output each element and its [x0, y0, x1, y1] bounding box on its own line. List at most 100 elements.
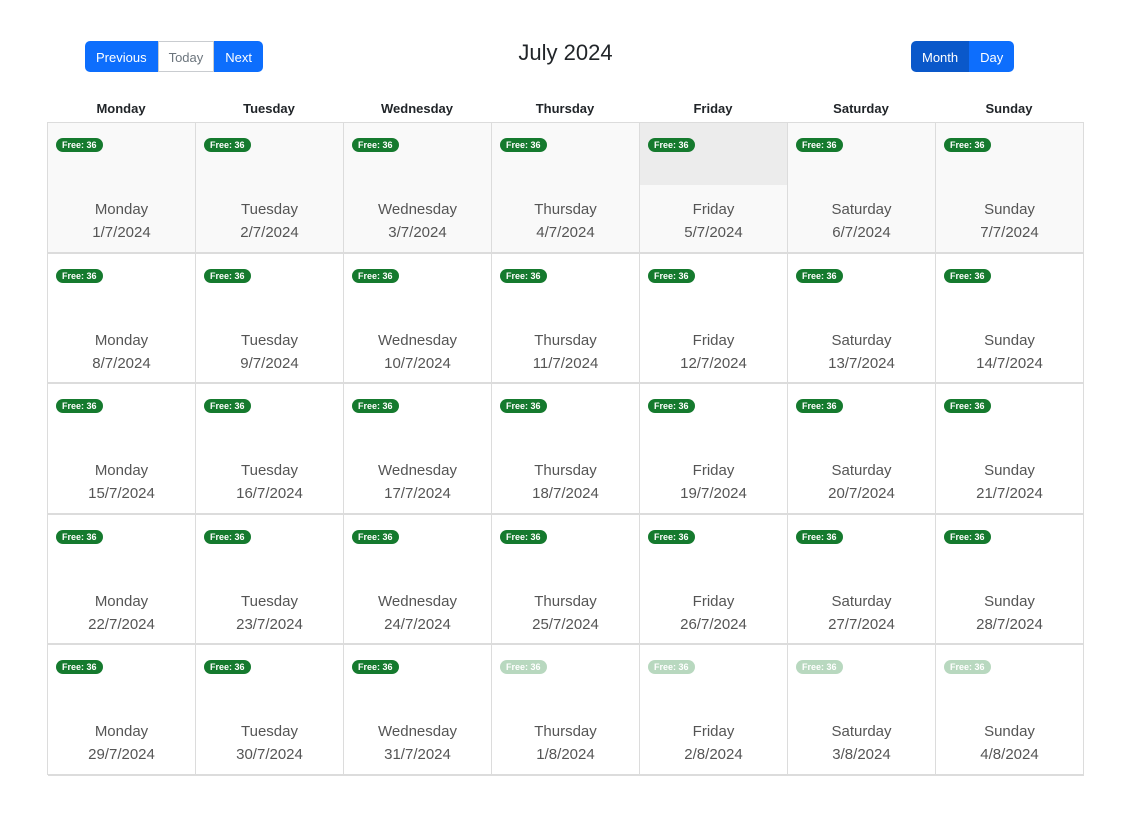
- day-name: Thursday: [534, 201, 597, 218]
- day-cell[interactable]: Free: 36 Monday 8/7/2024: [48, 253, 196, 385]
- day-cell[interactable]: Free: 36 Saturday 20/7/2024: [788, 384, 936, 515]
- day-name: Sunday: [984, 723, 1035, 741]
- free-slots-badge: Free: 36: [796, 529, 843, 544]
- day-cell[interactable]: Free: 36 Saturday 6/7/2024: [788, 123, 936, 254]
- day-name: Sunday: [984, 331, 1035, 349]
- free-slots-badge: Free: 36: [944, 399, 991, 414]
- day-cell[interactable]: Free: 36 Wednesday 17/7/2024: [344, 384, 492, 515]
- day-date: 2/7/2024: [240, 224, 299, 241]
- free-slots-badge: Free: 36: [500, 660, 547, 675]
- day-cell[interactable]: Free: 36 Monday 29/7/2024: [48, 645, 196, 776]
- day-cell[interactable]: Free: 36 Sunday 7/7/2024: [936, 123, 1084, 254]
- weekday-header: Monday: [96, 101, 146, 116]
- day-name: Saturday: [831, 331, 892, 349]
- day-name: Wednesday: [378, 723, 457, 741]
- day-date: 30/7/2024: [236, 746, 303, 764]
- day-date: 10/7/2024: [384, 354, 451, 372]
- day-cell[interactable]: Free: 36 Wednesday 31/7/2024: [344, 645, 492, 776]
- day-name: Tuesday: [241, 331, 298, 349]
- day-cell[interactable]: Free: 36 Friday 2/8/2024: [640, 645, 788, 776]
- day-cell[interactable]: Free: 36 Sunday 28/7/2024: [936, 514, 1084, 646]
- day-name: Wednesday: [378, 462, 457, 480]
- day-date: 26/7/2024: [680, 615, 747, 633]
- free-slots-badge: Free: 36: [204, 268, 251, 283]
- day-name: Sunday: [984, 462, 1035, 480]
- day-date: 21/7/2024: [976, 485, 1043, 503]
- day-date: 18/7/2024: [532, 485, 599, 503]
- day-cell[interactable]: Free: 36 Friday 5/7/2024: [640, 123, 788, 254]
- free-slots-badge: Free: 36: [796, 138, 843, 152]
- day-cell[interactable]: Free: 36 Monday 22/7/2024: [48, 514, 196, 646]
- day-name: Thursday: [534, 592, 597, 610]
- day-name: Thursday: [534, 462, 597, 480]
- day-view-button[interactable]: Day: [969, 41, 1015, 72]
- day-name: Monday: [94, 331, 149, 349]
- day-cell[interactable]: Free: 36 Sunday 14/7/2024: [936, 253, 1084, 385]
- day-name: Monday: [94, 592, 149, 610]
- day-cell[interactable]: Free: 36 Friday 19/7/2024: [640, 384, 788, 515]
- free-slots-badge: Free: 36: [500, 138, 547, 152]
- day-cell[interactable]: Free: 36 Saturday 27/7/2024: [788, 514, 936, 646]
- day-name: Saturday: [831, 462, 892, 480]
- day-date: 1/8/2024: [536, 746, 595, 764]
- day-cell[interactable]: Free: 36 Sunday 21/7/2024: [936, 384, 1084, 515]
- today-highlight: [640, 123, 787, 185]
- view-button-group: Month Day: [911, 41, 1015, 72]
- free-slots-badge: Free: 36: [204, 138, 251, 152]
- day-name: Saturday: [831, 201, 892, 218]
- day-name: Wednesday: [378, 331, 457, 349]
- free-slots-badge: Free: 36: [204, 529, 251, 544]
- day-date: 9/7/2024: [240, 354, 299, 372]
- day-cell[interactable]: Free: 36 Monday 1/7/2024: [48, 123, 196, 254]
- day-name: Wednesday: [378, 201, 457, 218]
- day-cell[interactable]: Free: 36 Tuesday 23/7/2024: [196, 514, 344, 646]
- day-date: 28/7/2024: [976, 615, 1043, 633]
- day-date: 16/7/2024: [236, 485, 303, 503]
- day-date: 29/7/2024: [88, 746, 155, 764]
- free-slots-badge: Free: 36: [56, 138, 103, 152]
- day-date: 7/7/2024: [980, 224, 1039, 241]
- free-slots-badge: Free: 36: [352, 268, 399, 283]
- day-date: 25/7/2024: [532, 615, 599, 633]
- day-cell[interactable]: Free: 36 Friday 26/7/2024: [640, 514, 788, 646]
- day-cell[interactable]: Free: 36 Wednesday 10/7/2024: [344, 253, 492, 385]
- day-cell[interactable]: Free: 36 Tuesday 30/7/2024: [196, 645, 344, 776]
- day-cell[interactable]: Free: 36 Sunday 4/8/2024: [936, 645, 1084, 776]
- day-date: 20/7/2024: [828, 485, 895, 503]
- day-cell[interactable]: Free: 36 Wednesday 24/7/2024: [344, 514, 492, 646]
- day-cell[interactable]: Free: 36 Saturday 13/7/2024: [788, 253, 936, 385]
- month-view-button[interactable]: Month: [911, 41, 970, 72]
- free-slots-badge: Free: 36: [648, 529, 695, 544]
- day-name: Friday: [692, 462, 735, 480]
- day-date: 12/7/2024: [680, 354, 747, 372]
- day-cell[interactable]: Free: 36 Saturday 3/8/2024: [788, 645, 936, 776]
- free-slots-badge: Free: 36: [648, 660, 695, 675]
- day-name: Wednesday: [378, 592, 457, 610]
- day-date: 2/8/2024: [684, 746, 743, 764]
- day-date: 8/7/2024: [92, 354, 151, 372]
- day-date: 14/7/2024: [976, 354, 1043, 372]
- day-cell[interactable]: Free: 36 Friday 12/7/2024: [640, 253, 788, 385]
- day-cell[interactable]: Free: 36 Thursday 18/7/2024: [492, 384, 640, 515]
- day-date: 23/7/2024: [236, 615, 303, 633]
- free-slots-badge: Free: 36: [648, 138, 695, 152]
- free-slots-badge: Free: 36: [944, 529, 991, 544]
- day-cell[interactable]: Free: 36 Wednesday 3/7/2024: [344, 123, 492, 254]
- day-cell[interactable]: Free: 36 Thursday 1/8/2024: [492, 645, 640, 776]
- free-slots-badge: Free: 36: [56, 268, 103, 283]
- day-cell[interactable]: Free: 36 Thursday 11/7/2024: [492, 253, 640, 385]
- day-cell[interactable]: Free: 36 Tuesday 9/7/2024: [196, 253, 344, 385]
- free-slots-badge: Free: 36: [500, 529, 547, 544]
- day-date: 31/7/2024: [384, 746, 451, 764]
- free-slots-badge: Free: 36: [204, 660, 251, 675]
- free-slots-badge: Free: 36: [944, 268, 991, 283]
- day-date: 4/7/2024: [536, 224, 595, 241]
- day-cell[interactable]: Free: 36 Thursday 25/7/2024: [492, 514, 640, 646]
- day-date: 5/7/2024: [684, 224, 743, 241]
- day-cell[interactable]: Free: 36 Tuesday 2/7/2024: [196, 123, 344, 254]
- free-slots-badge: Free: 36: [352, 529, 399, 544]
- day-cell[interactable]: Free: 36 Monday 15/7/2024: [48, 384, 196, 515]
- free-slots-badge: Free: 36: [944, 138, 991, 152]
- day-cell[interactable]: Free: 36 Tuesday 16/7/2024: [196, 384, 344, 515]
- day-cell[interactable]: Free: 36 Thursday 4/7/2024: [492, 123, 640, 254]
